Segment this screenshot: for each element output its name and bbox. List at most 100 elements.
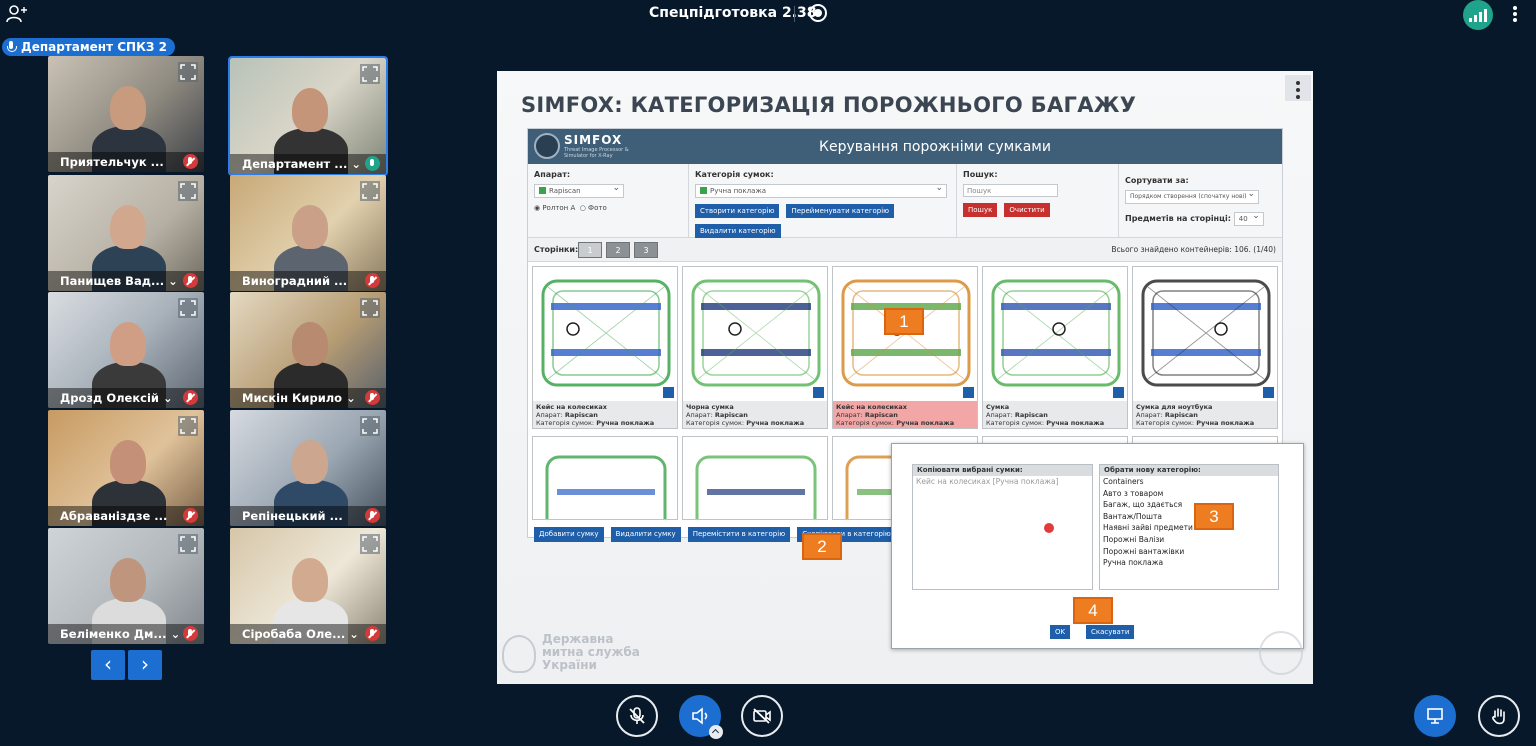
xray-image (1133, 267, 1277, 401)
participant-face (292, 322, 328, 366)
participant-face (292, 440, 328, 484)
expand-icon[interactable] (178, 416, 198, 436)
participant-name: Департамент ... ⌄ (230, 154, 386, 174)
raise-hand-button[interactable] (1478, 695, 1520, 737)
participants-icon[interactable] (6, 4, 28, 24)
per-page-select[interactable]: 40 (1233, 211, 1264, 226)
xray-image (533, 267, 677, 401)
bag-card[interactable]: Сумка для ноутбука Апарат: Rapiscan Катего… (1132, 266, 1278, 429)
selected-bag-item[interactable]: Кейс на колесиках [Ручна поклажа] (913, 476, 1092, 488)
participant-tile[interactable]: Панищев Вад... ⌄ (48, 175, 204, 291)
step-marker-2: 2 (802, 533, 842, 560)
prev-page-button[interactable]: ‹ (91, 650, 125, 680)
selected-bags-list: Копіювати вибрані сумки: Кейс на колесик… (912, 464, 1093, 590)
category-option[interactable]: Containers (1100, 476, 1278, 488)
expand-icon[interactable] (360, 416, 380, 436)
category-option[interactable]: Авто з товаром (1100, 488, 1278, 500)
filter-panel: Апарат: Rapiscan ◉ Ролтон А ○ Фото Катег… (528, 164, 1282, 238)
zoom-icon[interactable] (1113, 387, 1124, 398)
expand-icon[interactable] (360, 64, 380, 84)
page-3-button[interactable]: 3 (634, 242, 658, 258)
category-option[interactable]: Вантаж/Пошта (1100, 511, 1278, 523)
delete-bag-button[interactable]: Видалити сумку (610, 527, 681, 542)
mic-muted-icon (183, 390, 198, 405)
bag-card[interactable]: Сумка Апарат: Rapiscan Категорія сумок: Ру… (982, 266, 1128, 429)
device-select[interactable]: Rapiscan (534, 183, 624, 198)
zoom-icon[interactable] (663, 387, 674, 398)
clear-button[interactable]: Очистити (1004, 203, 1050, 217)
sort-select[interactable]: Порядком створення (спочатку нові) (1125, 189, 1259, 204)
bottom-actions: Добавити сумку Видалити сумку Перемістит… (534, 521, 898, 542)
zoom-icon[interactable] (813, 387, 824, 398)
mic-on-icon (365, 156, 380, 171)
radio-rolton[interactable]: ◉ Ролтон А (534, 204, 575, 212)
bag-meta: Чорна сумка Апарат: Rapiscan Категорія сум… (683, 401, 827, 428)
bag-meta: Сумка для ноутбука Апарат: Rapiscan Катего… (1133, 401, 1277, 428)
department-label: Департамент СПКЗ 2 (21, 40, 167, 54)
speaker-icon (692, 707, 708, 725)
bag-card[interactable]: Чорна сумка Апарат: Rapiscan Категорія сум… (682, 266, 828, 429)
page-2-button[interactable]: 2 (606, 242, 630, 258)
delete-category-button[interactable]: Видалити категорію (695, 224, 781, 238)
participant-tile[interactable]: Департамент ... ⌄ (228, 56, 388, 176)
dialog-cancel-button[interactable]: Скасувати (1086, 625, 1135, 639)
participant-tile[interactable]: Беліменко Дм... ⌄ (48, 528, 204, 644)
category-option[interactable]: Наявні зайві предмети (1100, 522, 1278, 534)
participant-name: Абраваніздзе ... (48, 506, 204, 526)
xray-image (983, 267, 1127, 401)
mic-icon (6, 41, 17, 53)
participant-face (110, 322, 146, 366)
category-option[interactable]: Порожні Валізи (1100, 534, 1278, 546)
slide-options-icon[interactable] (1285, 75, 1311, 101)
camera-toggle-button[interactable] (741, 695, 783, 737)
create-category-button[interactable]: Створити категорію (695, 204, 780, 218)
expand-icon[interactable] (178, 534, 198, 554)
participant-tile[interactable]: Дрозд Олексій ⌄ (48, 292, 204, 408)
expand-icon[interactable] (360, 298, 380, 318)
page-1-button[interactable]: 1 (578, 242, 602, 258)
participant-tile[interactable]: Приятельчук ... (48, 56, 204, 172)
presentation-button[interactable] (1414, 695, 1456, 737)
category-option[interactable]: Ручна поклажа (1100, 557, 1278, 569)
bag-card[interactable] (682, 436, 828, 520)
expand-icon[interactable] (178, 62, 198, 82)
add-bag-button[interactable]: Добавити сумку (534, 527, 604, 542)
expand-icon[interactable] (178, 181, 198, 201)
expand-icon[interactable] (178, 298, 198, 318)
participant-name: Репінецький ... (230, 506, 386, 526)
pager: Сторінки: 1 2 3 Всього знайдено контейне… (528, 238, 1282, 262)
participant-tile[interactable]: Репінецький ... (230, 410, 386, 526)
participant-tile[interactable]: Виноградний ... (230, 175, 386, 291)
zoom-icon[interactable] (1263, 387, 1274, 398)
app-header: SIMFOX Threat Image Processor & Simulato… (528, 129, 1282, 164)
speaker-options-caret[interactable] (709, 725, 723, 739)
participant-tile[interactable]: Мискін Кирило ⌄ (230, 292, 386, 408)
rename-category-button[interactable]: Перейменувати категорію (786, 204, 895, 218)
recording-icon[interactable] (809, 4, 827, 22)
move-to-category-button[interactable]: Перемістити в категорію (687, 527, 791, 542)
total-found-text: Всього знайдено контейнерів: 106. (1/40) (1111, 245, 1276, 254)
mic-muted-icon (365, 626, 380, 641)
category-option[interactable]: Порожні вантажівки (1100, 546, 1278, 558)
expand-icon[interactable] (360, 534, 380, 554)
search-input[interactable]: Пошук (963, 184, 1058, 197)
bag-card[interactable]: Кейс на колесиках Апарат: Rapiscan Категор… (532, 266, 678, 429)
expand-icon[interactable] (360, 181, 380, 201)
speaker-toggle-button[interactable] (679, 695, 723, 739)
dialog-ok-button[interactable]: OK (1050, 625, 1071, 639)
participant-name: Дрозд Олексій ⌄ (48, 388, 204, 408)
top-bar: Спецпідготовка 2.38 (0, 0, 1536, 30)
participant-tile[interactable]: Сіробаба Оле... ⌄ (230, 528, 386, 644)
more-options-icon[interactable] (1511, 6, 1519, 24)
connection-quality-icon[interactable] (1463, 0, 1493, 30)
next-page-button[interactable]: › (128, 650, 162, 680)
category-select[interactable]: Ручна поклажа (695, 183, 947, 198)
category-option[interactable]: Багаж, що здається (1100, 499, 1278, 511)
radio-photo[interactable]: ○ Фото (580, 204, 607, 212)
zoom-icon[interactable] (963, 387, 974, 398)
bag-card[interactable]: Кейс на колесиках Апарат: Rapiscan Категор… (832, 266, 978, 429)
participant-tile[interactable]: Абраваніздзе ... (48, 410, 204, 526)
mic-toggle-button[interactable] (616, 695, 658, 737)
search-button[interactable]: Пошук (963, 203, 998, 217)
bag-card[interactable] (532, 436, 678, 520)
